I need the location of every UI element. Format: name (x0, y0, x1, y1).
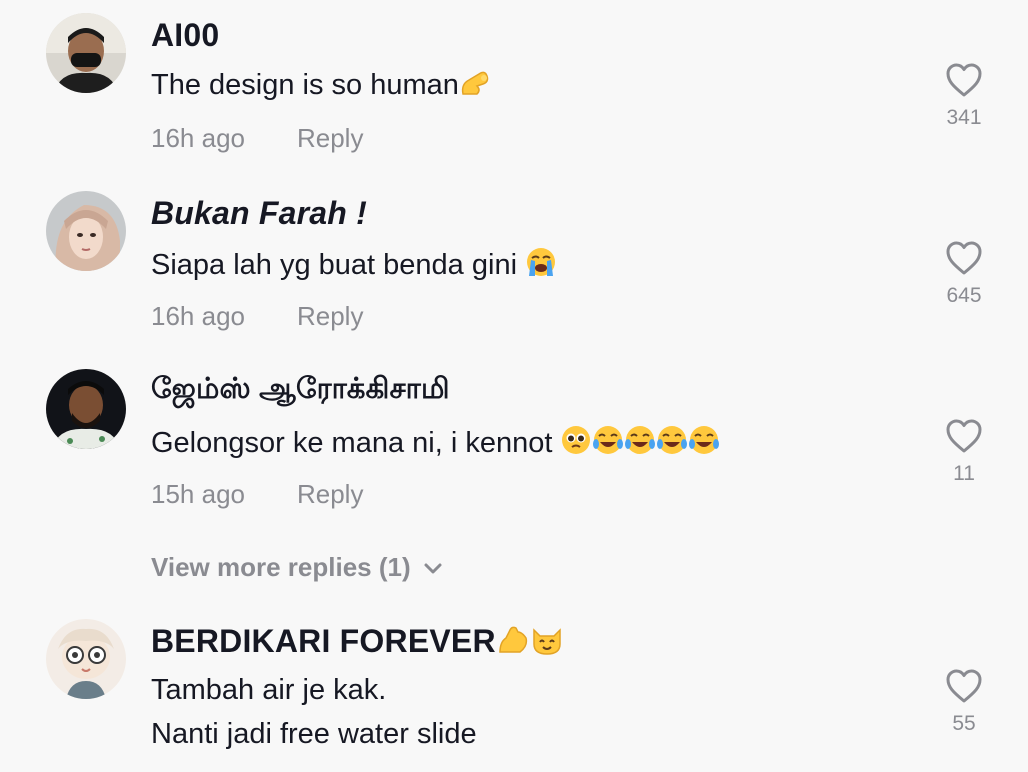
cat-face-emoji (530, 624, 564, 664)
timestamp: 16h ago (151, 301, 245, 331)
pinching-hand-emoji (459, 68, 493, 106)
like-count: 341 (946, 106, 982, 129)
like-count: 645 (946, 284, 982, 307)
tears-of-joy-emoji (656, 424, 688, 464)
comment-meta: 15h ago Reply (151, 479, 363, 510)
reply-button[interactable]: Reply (297, 301, 363, 331)
comment-text: The design is so human (151, 68, 493, 106)
comment-text: Siapa lah yg buat benda gini (151, 246, 557, 286)
like-count: 55 (952, 712, 976, 735)
reply-button[interactable]: Reply (297, 479, 363, 509)
loudly-crying-face-emoji (525, 246, 557, 286)
heart-icon[interactable] (945, 418, 983, 454)
heart-icon[interactable] (945, 62, 983, 98)
comment-text: Nanti jadi free water slide (151, 718, 477, 750)
like-button[interactable]: 341 (930, 62, 998, 130)
comment-meta: 16h ago Reply (151, 123, 363, 154)
reply-button[interactable]: Reply (297, 123, 363, 153)
heart-icon[interactable] (945, 240, 983, 276)
username[interactable]: Bukan Farah ! (151, 195, 367, 232)
timestamp: 15h ago (151, 479, 245, 509)
avatar[interactable] (46, 191, 126, 271)
like-button[interactable]: 11 (930, 418, 998, 486)
tears-of-joy-emoji (688, 424, 720, 464)
avatar[interactable] (46, 13, 126, 93)
view-more-replies-button[interactable]: View more replies (1) (151, 552, 443, 583)
comment-text: Tambah air je kak. (151, 674, 387, 706)
like-button[interactable]: 55 (930, 668, 998, 736)
tears-of-joy-emoji (624, 424, 656, 464)
username[interactable]: ஜேம்ஸ் ஆரோக்கிசாமி (151, 373, 450, 409)
like-count: 11 (953, 462, 975, 485)
tears-of-joy-emoji (592, 424, 624, 464)
chevron-down-icon (424, 563, 442, 574)
like-button[interactable]: 645 (930, 240, 998, 308)
username[interactable]: BERDIKARI FOREVER (151, 623, 564, 664)
comment-text: Gelongsor ke mana ni, i kennot (151, 424, 720, 464)
avatar[interactable] (46, 369, 126, 449)
flexed-biceps-emoji (496, 624, 530, 664)
avatar[interactable] (46, 619, 126, 699)
username[interactable]: AI00 (151, 17, 219, 54)
pleading-face-emoji (560, 424, 592, 464)
comment-meta: 16h ago Reply (151, 301, 363, 332)
heart-icon[interactable] (945, 668, 983, 704)
timestamp: 16h ago (151, 123, 245, 153)
